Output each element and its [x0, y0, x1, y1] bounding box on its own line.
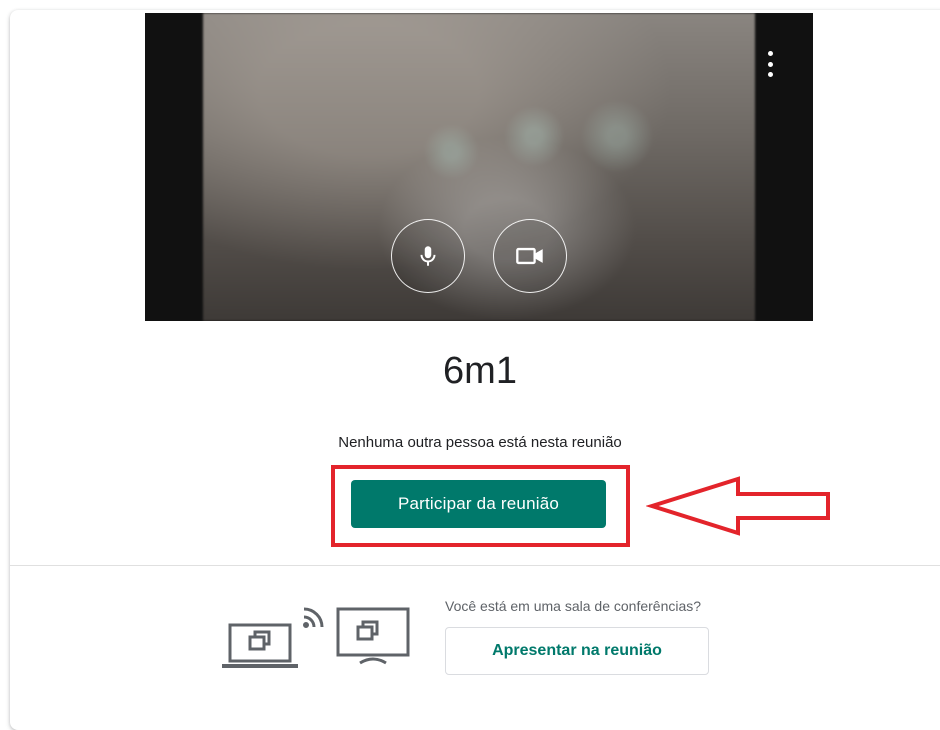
- section-divider: [10, 565, 940, 566]
- microphone-toggle-button[interactable]: [391, 219, 465, 293]
- laptop-icon: [222, 623, 298, 668]
- join-meeting-button[interactable]: Participar da reunião: [351, 480, 606, 528]
- meeting-title: 6m1: [443, 350, 517, 392]
- cast-signal-icon: [303, 607, 324, 628]
- conference-room-question: Você está em uma sala de conferências?: [445, 598, 702, 614]
- microphone-icon: [420, 246, 436, 266]
- video-camera-icon: [516, 247, 543, 265]
- video-preview: [145, 13, 813, 321]
- camera-feed: [203, 13, 755, 321]
- participants-status: Nenhuma outra pessoa está nesta reunião: [338, 434, 622, 451]
- conference-room-illustration: [222, 607, 410, 668]
- camera-toggle-button[interactable]: [493, 219, 567, 293]
- more-options-icon[interactable]: [767, 51, 773, 77]
- annotation-arrow-icon: [646, 476, 830, 536]
- present-to-meeting-button[interactable]: Apresentar na reunião: [445, 627, 709, 675]
- tv-monitor-icon: [336, 607, 410, 665]
